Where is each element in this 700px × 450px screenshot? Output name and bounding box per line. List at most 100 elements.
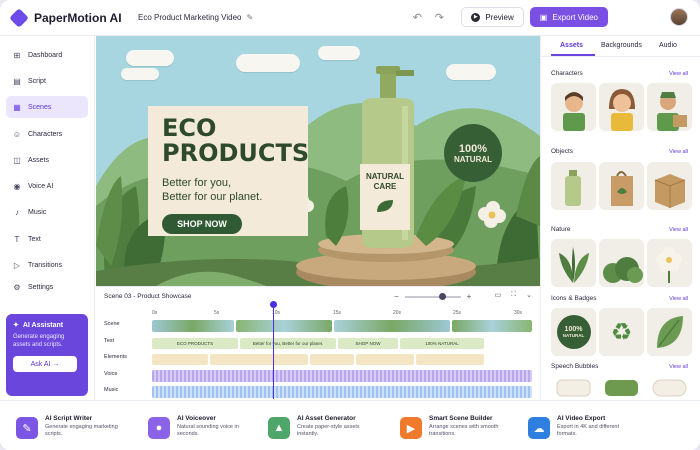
playhead[interactable] (270, 301, 277, 399)
asset-character[interactable] (599, 83, 644, 131)
redo-icon[interactable]: ↷ (431, 9, 447, 25)
sidebar-item-settings[interactable]: ⚙ Settings (6, 276, 88, 298)
timeline-tools: ▭ ⛶ ⌄ (485, 291, 532, 299)
view-all-speech-bubbles[interactable]: View all (669, 364, 688, 370)
avatar[interactable] (670, 8, 688, 26)
zoom-control: − + (394, 292, 471, 301)
badge-100-icon: 100% NATURAL (556, 315, 591, 349)
canvas-headline[interactable]: ECO PRODUCTS (162, 116, 309, 166)
sidebar-item-voice-ai[interactable]: ◉ Voice AI (6, 175, 88, 197)
sidebar-item-scenes[interactable]: ▦ Scenes (6, 96, 88, 118)
sidebar-item-assets[interactable]: ◫ Assets (6, 149, 88, 171)
element-clip[interactable] (416, 354, 484, 365)
asset-plant[interactable] (551, 239, 596, 287)
sidebar-item-transitions[interactable]: ▷ Transitions (6, 254, 88, 276)
characters-icon: ☺ (12, 129, 22, 139)
element-clip[interactable] (152, 354, 208, 365)
recycle-icon[interactable]: ♻ (599, 308, 644, 356)
ai-assistant-description: Generate engaging assets and scripts. (13, 334, 65, 348)
scene-clip[interactable] (152, 320, 234, 332)
preview-button[interactable]: ▶ Preview (461, 7, 524, 27)
ai-assistant-card: ✦ AI Assistant Generate engaging assets a… (6, 314, 88, 396)
scene-clip[interactable] (452, 320, 532, 332)
view-all-nature[interactable]: View all (669, 227, 688, 233)
asset-speech-bubble[interactable] (647, 376, 692, 400)
cloud (121, 68, 159, 80)
sidebar-item-music[interactable]: ♪ Music (6, 201, 88, 223)
canvas-subheadline[interactable]: Better for you, Better for our planet. (162, 176, 262, 204)
shop-now-button[interactable]: SHOP NOW (162, 214, 242, 234)
tab-audio[interactable]: Audio (659, 42, 677, 49)
text-clip[interactable]: SHOP NOW (338, 338, 398, 349)
tab-divider (541, 56, 700, 57)
export-label: Export Video (552, 12, 598, 22)
track-label-text: Text (104, 338, 115, 344)
script-icon: ▤ (13, 76, 21, 86)
sidebar-item-dashboard[interactable]: ⊞ Dashboard (6, 44, 88, 66)
voice-waveform[interactable] (152, 370, 532, 382)
music-waveform[interactable] (152, 386, 532, 398)
asset-speech-bubble[interactable] (551, 376, 596, 400)
ai-assistant-title: ✦ AI Assistant (13, 321, 64, 330)
app-window: PaperMotion AI Eco Product Marketing Vid… (0, 0, 700, 450)
tab-assets[interactable]: Assets (560, 42, 583, 49)
view-all-objects[interactable]: View all (669, 149, 688, 155)
scene-canvas[interactable]: ECO PRODUCTS Better for you, Better for … (96, 36, 540, 286)
asset-box[interactable] (647, 162, 692, 210)
logo-mark-icon (9, 7, 29, 28)
sidebar-item-label: Characters (28, 130, 63, 138)
pencil-icon[interactable]: ✎ (246, 13, 253, 22)
track-label-music: Music (104, 387, 119, 393)
preview-label: Preview (485, 12, 514, 22)
text-clip[interactable]: 100% NATURAL (400, 338, 484, 349)
zoom-slider[interactable] (404, 292, 461, 300)
feature-ai-asset-generator[interactable]: ▲ AI Asset Generator Create paper-style a… (268, 415, 375, 449)
leaf-icon[interactable] (647, 308, 692, 356)
bottle-label[interactable]: NATURAL CARE (360, 164, 410, 230)
natural-badge[interactable]: 100% NATURAL (444, 124, 502, 182)
feature-ai-video-export[interactable]: ☁ AI Video Export Export in 4K and differ… (528, 415, 635, 449)
feature-ai-voiceover[interactable]: ● AI Voiceover Natural sounding voice in … (148, 415, 255, 449)
asset-bottle[interactable] (551, 162, 596, 210)
sidebar-item-label: Scenes (28, 103, 52, 111)
chevron-down-icon[interactable]: ⌄ (526, 291, 532, 299)
scene-clip[interactable] (334, 320, 450, 332)
zoom-in-button[interactable]: + (467, 292, 472, 301)
undo-icon[interactable]: ↶ (409, 9, 425, 25)
tab-backgrounds[interactable]: Backgrounds (601, 42, 642, 49)
sidebar-item-characters[interactable]: ☺ Characters (6, 123, 88, 145)
asset-natural-badge[interactable]: 100% NATURAL (551, 308, 596, 356)
element-clip[interactable] (310, 354, 354, 365)
export-video-button[interactable]: ▣ Export Video (529, 7, 608, 27)
sidebar-item-label: Assets (28, 156, 50, 164)
feature-strip: ✎ AI Script Writer Generate engaging mark… (0, 400, 700, 450)
asset-speech-bubble[interactable] (599, 376, 644, 400)
fullscreen-icon[interactable]: ⛶ (511, 291, 516, 299)
section-title-speech-bubbles: Speech Bubbles (551, 363, 599, 370)
asset-flower[interactable] (647, 239, 692, 287)
assets-icon: ◫ (13, 155, 21, 165)
ask-ai-button[interactable]: Ask AI → (13, 356, 77, 372)
sidebar-item-text[interactable]: T Text (6, 228, 88, 250)
section-title-nature: Nature (551, 226, 571, 233)
text-clip[interactable]: ECO PRODUCTS (152, 338, 238, 349)
asset-bushes[interactable] (599, 239, 644, 287)
zoom-out-button[interactable]: − (394, 292, 399, 301)
sidebar-item-script[interactable]: ▤ Script (6, 70, 88, 92)
logo[interactable]: PaperMotion AI (9, 7, 132, 28)
scene-clip[interactable] (236, 320, 332, 332)
asset-character[interactable] (551, 83, 596, 131)
text-clip[interactable]: Better for you, Better for our planet. (240, 338, 336, 349)
feature-smart-scene-builder[interactable]: ▶ Smart Scene Builder Arrange scenes with… (400, 415, 507, 449)
element-clip[interactable] (210, 354, 308, 365)
feature-ai-script-writer[interactable]: ✎ AI Script Writer Generate engaging mark… (16, 415, 123, 449)
view-all-icons-badges[interactable]: View all (669, 296, 688, 302)
captions-icon[interactable]: ▭ (495, 291, 502, 299)
project-title[interactable]: Eco Product Marketing Video ✎ (138, 13, 253, 22)
zoom-slider-handle[interactable] (438, 292, 446, 300)
sidebar: ⊞ Dashboard ▤ Script ▦ Scenes ☺ Characters ◫… (0, 36, 95, 400)
view-all-characters[interactable]: View all (669, 71, 688, 77)
asset-character[interactable] (647, 83, 692, 131)
asset-paper-bag[interactable] (599, 162, 644, 210)
element-clip[interactable] (356, 354, 414, 365)
